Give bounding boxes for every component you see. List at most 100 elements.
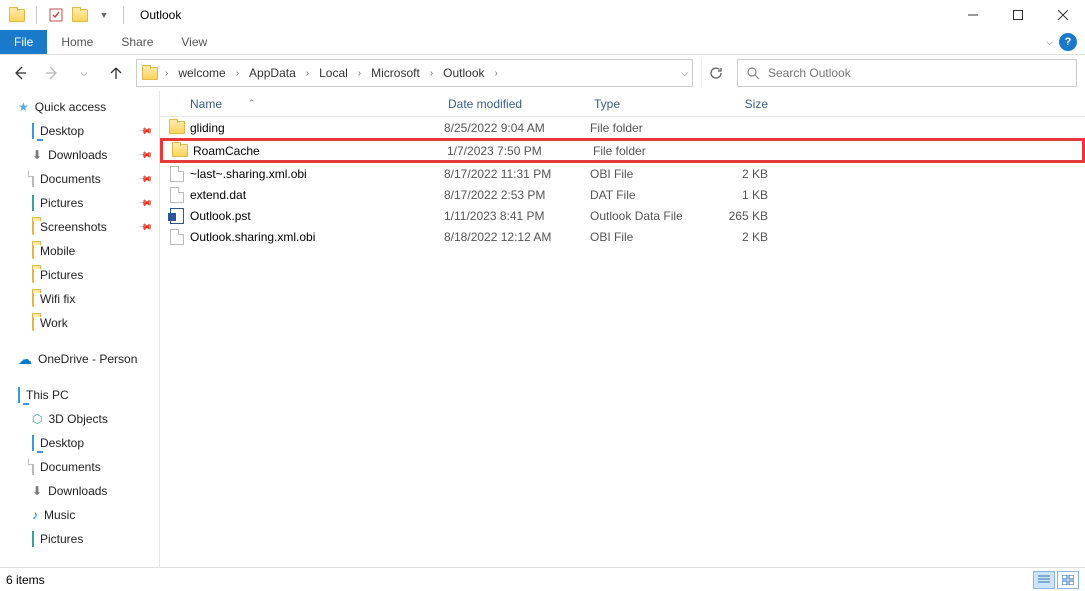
tab-view[interactable]: View [167,30,221,54]
pic-icon [32,532,34,546]
file-name: gliding [186,121,444,135]
sidebar-item[interactable]: Documents [0,455,159,479]
sidebar-item[interactable]: Screenshots📌 [0,215,159,239]
sidebar-item[interactable]: Documents📌 [0,167,159,191]
folder-icon [32,220,34,234]
close-button[interactable] [1040,0,1085,30]
sidebar-item[interactable]: Pictures [0,527,159,551]
chevron-right-icon[interactable]: › [234,68,241,79]
sidebar-item[interactable]: ⬡3D Objects [0,407,159,431]
navigation-sidebar[interactable]: ★ Quick access Desktop📌⬇Downloads📌Docume… [0,91,160,567]
app-folder-icon [8,6,26,24]
breadcrumb[interactable]: Microsoft [367,63,424,83]
obj3d-icon: ⬡ [32,412,42,426]
tab-share[interactable]: Share [107,30,167,54]
address-dropdown-icon[interactable]: ⌵ [681,68,688,79]
sidebar-item[interactable]: Wifi fix [0,287,159,311]
sidebar-item[interactable]: Mobile [0,239,159,263]
sidebar-item-label: OneDrive - Person [38,352,137,366]
dl-icon: ⬇ [32,148,42,162]
sidebar-item[interactable]: Pictures [0,263,159,287]
sidebar-item-label: Work [40,316,68,330]
column-label: Name [190,97,222,111]
file-row[interactable]: ~last~.sharing.xml.obi8/17/2022 11:31 PM… [160,163,1085,184]
file-type: DAT File [590,188,714,202]
file-row[interactable]: Outlook.pst1/11/2023 8:41 PMOutlook Data… [160,205,1085,226]
refresh-button[interactable] [701,59,729,87]
thumbnails-view-button[interactable] [1057,571,1079,589]
qat-properties-icon[interactable] [47,6,65,24]
address-bar[interactable]: › welcome › AppData › Local › Microsoft … [136,59,693,87]
sidebar-item[interactable]: Pictures📌 [0,191,159,215]
minimize-button[interactable] [950,0,995,30]
sort-indicator-icon: ⌃ [248,98,256,109]
main-area: ★ Quick access Desktop📌⬇Downloads📌Docume… [0,91,1085,567]
search-input[interactable] [768,66,1068,80]
pin-icon: 📌 [138,171,154,187]
window-title: Outlook [140,8,181,22]
forward-button[interactable] [40,61,64,85]
sidebar-item[interactable]: ⬇Downloads [0,479,159,503]
file-size: 2 KB [714,230,776,244]
file-row[interactable]: Outlook.sharing.xml.obi8/18/2022 12:12 A… [160,226,1085,247]
file-row[interactable]: extend.dat8/17/2022 2:53 PMDAT File1 KB [160,184,1085,205]
column-size[interactable]: Size [714,97,776,111]
sidebar-item[interactable]: Desktop [0,431,159,455]
sidebar-item-label: Pictures [40,196,83,210]
search-icon [746,66,760,80]
sidebar-onedrive[interactable]: ☁ OneDrive - Person [0,347,159,371]
maximize-button[interactable] [995,0,1040,30]
sidebar-item-label: Downloads [48,148,107,162]
file-type: Outlook Data File [590,209,714,223]
breadcrumb[interactable]: welcome [174,63,229,83]
sidebar-item-label: Quick access [35,100,106,114]
breadcrumb[interactable]: Local [315,63,352,83]
content-pane: Name ⌃ Date modified Type Size gliding8/2… [160,91,1085,567]
back-button[interactable] [8,61,32,85]
chevron-right-icon[interactable]: › [163,68,170,79]
tab-file[interactable]: File [0,30,47,54]
sidebar-item[interactable]: ♪Music [0,503,159,527]
tab-home[interactable]: Home [47,30,107,54]
sidebar-item[interactable]: Desktop📌 [0,119,159,143]
up-button[interactable] [104,61,128,85]
sidebar-quick-access[interactable]: ★ Quick access [0,95,159,119]
ribbon-expand-icon[interactable]: ⌵ [1046,37,1053,48]
recent-dropdown-icon[interactable]: ⌵ [72,61,96,85]
qat-dropdown-icon[interactable]: ▼ [95,6,113,24]
breadcrumb[interactable]: Outlook [439,63,488,83]
file-row[interactable]: gliding8/25/2022 9:04 AMFile folder [160,117,1085,138]
qat-newfolder-icon[interactable] [71,6,89,24]
column-date[interactable]: Date modified [444,97,590,111]
separator [36,6,37,24]
folder-icon [168,121,186,134]
column-headers: Name ⌃ Date modified Type Size [160,91,1085,117]
file-row[interactable]: RoamCache1/7/2023 7:50 PMFile folder [160,138,1085,163]
file-list[interactable]: gliding8/25/2022 9:04 AMFile folderRoamC… [160,117,1085,567]
file-size: 1 KB [714,188,776,202]
chevron-right-icon[interactable]: › [304,68,311,79]
search-box[interactable] [737,59,1077,87]
breadcrumb[interactable]: AppData [245,63,300,83]
file-date: 8/17/2022 2:53 PM [444,188,590,202]
sidebar-item-label: Screenshots [40,220,107,234]
sidebar-item[interactable]: ⬇ Downloads 📌 [0,143,159,167]
help-icon[interactable]: ? [1059,33,1077,51]
sidebar-item[interactable]: Work [0,311,159,335]
sidebar-this-pc[interactable]: This PC [0,383,159,407]
separator [123,6,124,24]
details-view-button[interactable] [1033,571,1055,589]
chevron-right-icon[interactable]: › [493,68,500,79]
pc-icon [18,388,20,402]
chevron-right-icon[interactable]: › [428,68,435,79]
chevron-right-icon[interactable]: › [356,68,363,79]
file-icon [32,172,34,186]
column-name[interactable]: Name ⌃ [186,97,444,111]
pin-icon: 📌 [138,147,154,163]
folder-icon [32,244,34,258]
column-type[interactable]: Type [590,97,714,111]
file-icon [168,187,186,203]
file-date: 8/18/2022 12:12 AM [444,230,590,244]
address-row: ⌵ › welcome › AppData › Local › Microsof… [0,55,1085,91]
sidebar-item-label: This PC [26,388,69,402]
